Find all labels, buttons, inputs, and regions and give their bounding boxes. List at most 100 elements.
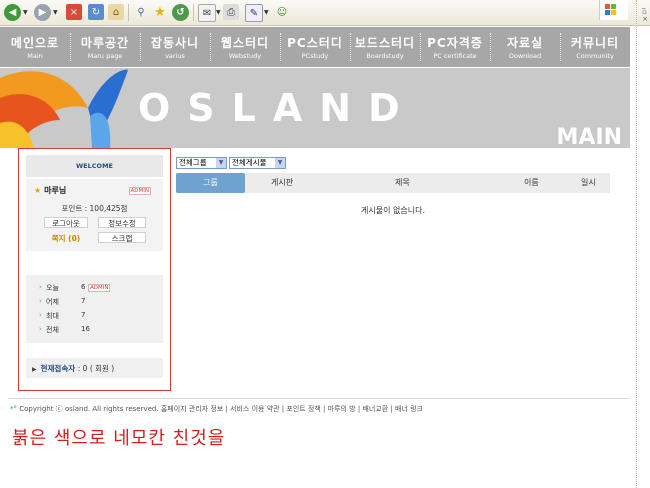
footer-bullet-icon: *°: [10, 405, 17, 413]
empty-board-message: 게시물이 없습니다.: [361, 206, 425, 215]
toolbar-divider: [128, 4, 129, 21]
nav-item-maru-page[interactable]: 마루공간 Maru page: [70, 27, 140, 67]
group-select[interactable]: 전체그룹 ▼: [176, 157, 227, 169]
nav-sublabel: Webstudy: [228, 52, 262, 60]
forward-icon[interactable]: ▶: [34, 4, 51, 21]
board-select[interactable]: 전체게시물 ▼: [229, 157, 286, 169]
group-select-value: 전체그룹: [179, 158, 207, 167]
star-icon: ★: [34, 186, 42, 195]
memo-button[interactable]: 쪽지 (0): [44, 232, 88, 243]
stat-value: 7: [81, 311, 86, 319]
mail-dropdown-icon[interactable]: ▼: [216, 9, 221, 16]
nav-item-pcstudy[interactable]: PC스터디 PCstudy: [280, 27, 350, 67]
main-nav: 메인으로 Main 마루공간 Maru page 잡동사니 varius 웹스터…: [0, 27, 630, 67]
nav-label: 커뮤니티: [570, 36, 620, 50]
edit-info-button[interactable]: 정보수정: [98, 217, 146, 228]
stat-label: 전체: [39, 325, 86, 335]
windows-logo-icon: [599, 0, 628, 20]
column-header-title: 제목: [395, 178, 410, 187]
stop-icon[interactable]: ×: [66, 4, 82, 20]
online-label: 현재접속자: [40, 364, 76, 373]
edit-icon[interactable]: ✎: [245, 4, 263, 22]
back-dropdown-icon[interactable]: ▼: [23, 9, 28, 16]
point-text: 포인트 : 100,425점: [61, 204, 128, 213]
nav-item-webstudy[interactable]: 웹스터디 Webstudy: [210, 27, 280, 67]
nav-label: 보드스터디: [354, 36, 416, 50]
print-icon[interactable]: ⎙: [223, 4, 239, 20]
footer-divider: [8, 398, 630, 399]
chevron-down-icon: ▼: [275, 158, 285, 168]
nav-item-download[interactable]: 자료실 Download: [490, 27, 560, 67]
nav-label: 웹스터디: [220, 36, 270, 50]
admin-badge: ADMIN: [128, 187, 151, 195]
chevron-down-icon: ▼: [216, 158, 226, 168]
banner-subtitle: MAIN: [556, 125, 622, 148]
mail-icon[interactable]: ✉: [198, 4, 216, 22]
stat-value: 16: [81, 325, 90, 333]
refresh-icon[interactable]: ↻: [88, 4, 104, 20]
scrap-button[interactable]: 스크랩: [98, 232, 146, 243]
user-name-row: ★ 마루님: [34, 185, 66, 196]
column-header-board: 게시판: [271, 178, 294, 187]
column-header-group: 그룹: [176, 173, 245, 193]
nav-item-community[interactable]: 커뮤니티 Community: [560, 27, 630, 67]
nav-label: 잡동사니: [150, 36, 200, 50]
nav-label: 마루공간: [80, 36, 130, 50]
online-users-text: ▶ 현재접속자 : 0 ( 회원 ): [32, 363, 114, 374]
nav-sublabel: Boardstudy: [366, 52, 404, 60]
nav-label: PC자격증: [427, 36, 483, 50]
nav-sublabel: Maru page: [87, 52, 123, 60]
search-icon[interactable]: ⚲: [133, 4, 149, 20]
back-icon[interactable]: ◀: [4, 4, 21, 21]
nav-sublabel: PCstudy: [301, 52, 329, 60]
site-banner: OSLAND MAIN: [0, 68, 630, 148]
nav-label: 메인으로: [10, 36, 60, 50]
logout-button[interactable]: 로그아웃: [44, 217, 88, 228]
board-table-header: 그룹 게시판 제목 이름 일시: [176, 173, 610, 193]
column-header-name: 이름: [524, 178, 539, 187]
nav-item-main[interactable]: 메인으로 Main: [0, 27, 70, 67]
online-count: : 0 ( 회원 ): [77, 364, 115, 373]
board-select-value: 전체게시물: [232, 158, 267, 167]
forward-dropdown-icon[interactable]: ▼: [53, 9, 58, 16]
history-icon[interactable]: ↺: [172, 4, 189, 21]
edit-dropdown-icon[interactable]: ▼: [264, 9, 269, 16]
home-icon[interactable]: ⌂: [108, 4, 124, 20]
footer-links[interactable]: 홈페이지 관리자 정보 | 서비스 이용 약관 | 포인트 정책 | 마루의 방…: [161, 405, 423, 413]
stat-label: 오늘: [39, 283, 86, 293]
nav-sublabel: varius: [165, 52, 185, 60]
nav-sublabel: PC certificate: [433, 52, 477, 60]
stat-label: 최대: [39, 311, 86, 321]
banner-title: OSLAND: [138, 86, 417, 130]
annotation-text: 붉은 색으로 네모칸 친것을: [12, 428, 226, 449]
visitor-stats-panel: 오늘 6 ADMIN 어제 7 최대 7 전체 16: [26, 275, 163, 343]
play-icon: ▶: [32, 366, 37, 373]
toolbar-divider: [193, 4, 194, 21]
nav-label: PC스터디: [287, 36, 343, 50]
admin-badge: ADMIN: [88, 284, 111, 292]
nav-sublabel: Main: [27, 52, 43, 60]
copyright-text: Copyright ⓒ osland. All rights reserved.: [19, 405, 159, 413]
nav-sublabel: Download: [508, 52, 542, 60]
sidebar-highlight-box: WELCOME ★ 마루님 ADMIN 포인트 : 100,425점 로그아웃 정…: [18, 148, 171, 391]
user-name: 마루님: [44, 186, 67, 195]
browser-toolbar: ◀ ▼ ▶ ▼ × ↻ ⌂ ⚲ ★ ↺ ✉ ▼ ⎙ ✎ ▼ ☺ _ ▫ ×: [0, 0, 650, 26]
stat-value: 7: [81, 297, 86, 305]
nav-sublabel: Community: [576, 52, 614, 60]
nav-item-varius[interactable]: 잡동사니 varius: [140, 27, 210, 67]
stat-label: 어제: [39, 297, 86, 307]
messenger-icon[interactable]: ☺: [274, 4, 290, 20]
window-controls[interactable]: _ ▫ ×: [642, 2, 648, 23]
nav-item-pc-certificate[interactable]: PC자격증 PC certificate: [420, 27, 490, 67]
login-panel: ★ 마루님 ADMIN 포인트 : 100,425점 로그아웃 정보수정 쪽지 (…: [26, 179, 163, 251]
column-header-date: 일시: [581, 178, 596, 187]
stat-value: 6: [81, 283, 86, 291]
welcome-header: WELCOME: [26, 155, 163, 177]
butterfly-logo-icon: [0, 69, 128, 148]
footer: *° Copyright ⓒ osland. All rights reserv…: [10, 404, 423, 414]
online-users-panel[interactable]: ▶ 현재접속자 : 0 ( 회원 ): [26, 358, 163, 378]
nav-item-boardstudy[interactable]: 보드스터디 Boardstudy: [350, 27, 420, 67]
favorites-icon[interactable]: ★: [152, 4, 168, 20]
scrollbar-track[interactable]: [636, 0, 638, 488]
nav-label: 자료실: [506, 36, 544, 50]
